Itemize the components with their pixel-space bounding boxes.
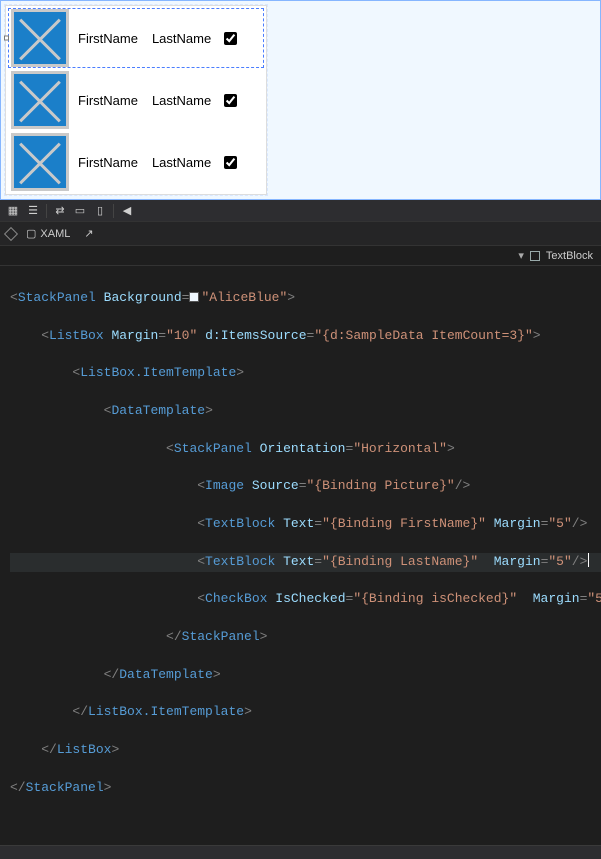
lastname-text: LastName (152, 155, 211, 170)
scroll-left-icon[interactable]: ◀ (118, 203, 136, 219)
separator (113, 204, 114, 218)
code-line[interactable]: </StackPanel> (10, 779, 601, 798)
image-placeholder-icon (11, 9, 69, 67)
code-line[interactable]: </DataTemplate> (10, 666, 601, 685)
horizontal-scrollbar[interactable] (0, 845, 601, 859)
row-checkbox[interactable] (224, 32, 237, 45)
tab-label: XAML (40, 228, 70, 240)
image-placeholder-icon (11, 133, 69, 191)
code-line[interactable]: <ListBox Margin="10" d:ItemsSource="{d:S… (10, 327, 601, 346)
editor-tab-bar: ▢ XAML ↗ (0, 222, 601, 246)
textblock-icon (530, 251, 540, 261)
firstname-text: FirstName (78, 31, 138, 46)
firstname-text: FirstName (78, 93, 138, 108)
image-placeholder-icon (11, 71, 69, 129)
element-breadcrumb[interactable]: ▾ TextBlock (0, 246, 601, 266)
code-line[interactable]: <Image Source="{Binding Picture}"/> (10, 477, 601, 496)
separator (46, 204, 47, 218)
list-view-icon[interactable]: ☰ (24, 203, 42, 219)
swap-panes-icon[interactable]: ⇄ (51, 203, 69, 219)
breadcrumb-label: TextBlock (546, 250, 593, 262)
grid-view-icon[interactable]: ▦ (4, 203, 22, 219)
tab-xaml[interactable]: ▢ XAML (22, 225, 74, 242)
designer-toolbar: ▦ ☰ ⇄ ▭ ▯ ◀ (0, 200, 601, 222)
split-vertical-icon[interactable]: ▯ (91, 203, 109, 219)
lastname-text: LastName (152, 93, 211, 108)
color-swatch-icon (189, 292, 199, 302)
code-line[interactable]: </ListBox> (10, 741, 601, 760)
ide-panel: ▦ ☰ ⇄ ▭ ▯ ◀ ▢ XAML ↗ ▾ TextBlock <StackP… (0, 200, 601, 859)
list-item[interactable]: FirstName LastName (7, 7, 265, 69)
popout-icon: ↗ (84, 227, 93, 240)
code-line[interactable]: <ListBox.ItemTemplate> (10, 364, 601, 383)
code-line[interactable]: <CheckBox IsChecked="{Binding isChecked}… (10, 590, 601, 609)
code-line[interactable]: <DataTemplate> (10, 402, 601, 421)
split-horizontal-icon[interactable]: ▭ (71, 203, 89, 219)
pin-icon[interactable] (4, 226, 18, 240)
row-checkbox[interactable] (224, 94, 237, 107)
row-checkbox[interactable] (224, 156, 237, 169)
popout-button[interactable]: ↗ (80, 225, 97, 242)
code-line[interactable]: <StackPanel Orientation="Horizontal"> (10, 440, 601, 459)
code-editor[interactable]: <StackPanel Background="AliceBlue"> <Lis… (0, 266, 601, 845)
listbox-preview[interactable]: FirstName LastName FirstName LastName Fi… (5, 5, 267, 195)
text-caret (588, 553, 589, 567)
code-line[interactable]: <TextBlock Text="{Binding LastName}" Mar… (10, 553, 601, 572)
chevron-down-icon[interactable]: ▾ (518, 249, 524, 262)
design-surface[interactable]: FirstName LastName FirstName LastName Fi… (0, 0, 601, 200)
list-item[interactable]: FirstName LastName (7, 131, 265, 193)
code-line[interactable]: <StackPanel Background="AliceBlue"> (10, 289, 601, 308)
code-line[interactable]: <TextBlock Text="{Binding FirstName}" Ma… (10, 515, 601, 534)
code-line[interactable]: </StackPanel> (10, 628, 601, 647)
list-item[interactable]: FirstName LastName (7, 69, 265, 131)
resize-handle-icon[interactable] (4, 36, 9, 41)
xaml-file-icon: ▢ (26, 227, 36, 240)
code-line[interactable]: </ListBox.ItemTemplate> (10, 703, 601, 722)
firstname-text: FirstName (78, 155, 138, 170)
lastname-text: LastName (152, 31, 211, 46)
